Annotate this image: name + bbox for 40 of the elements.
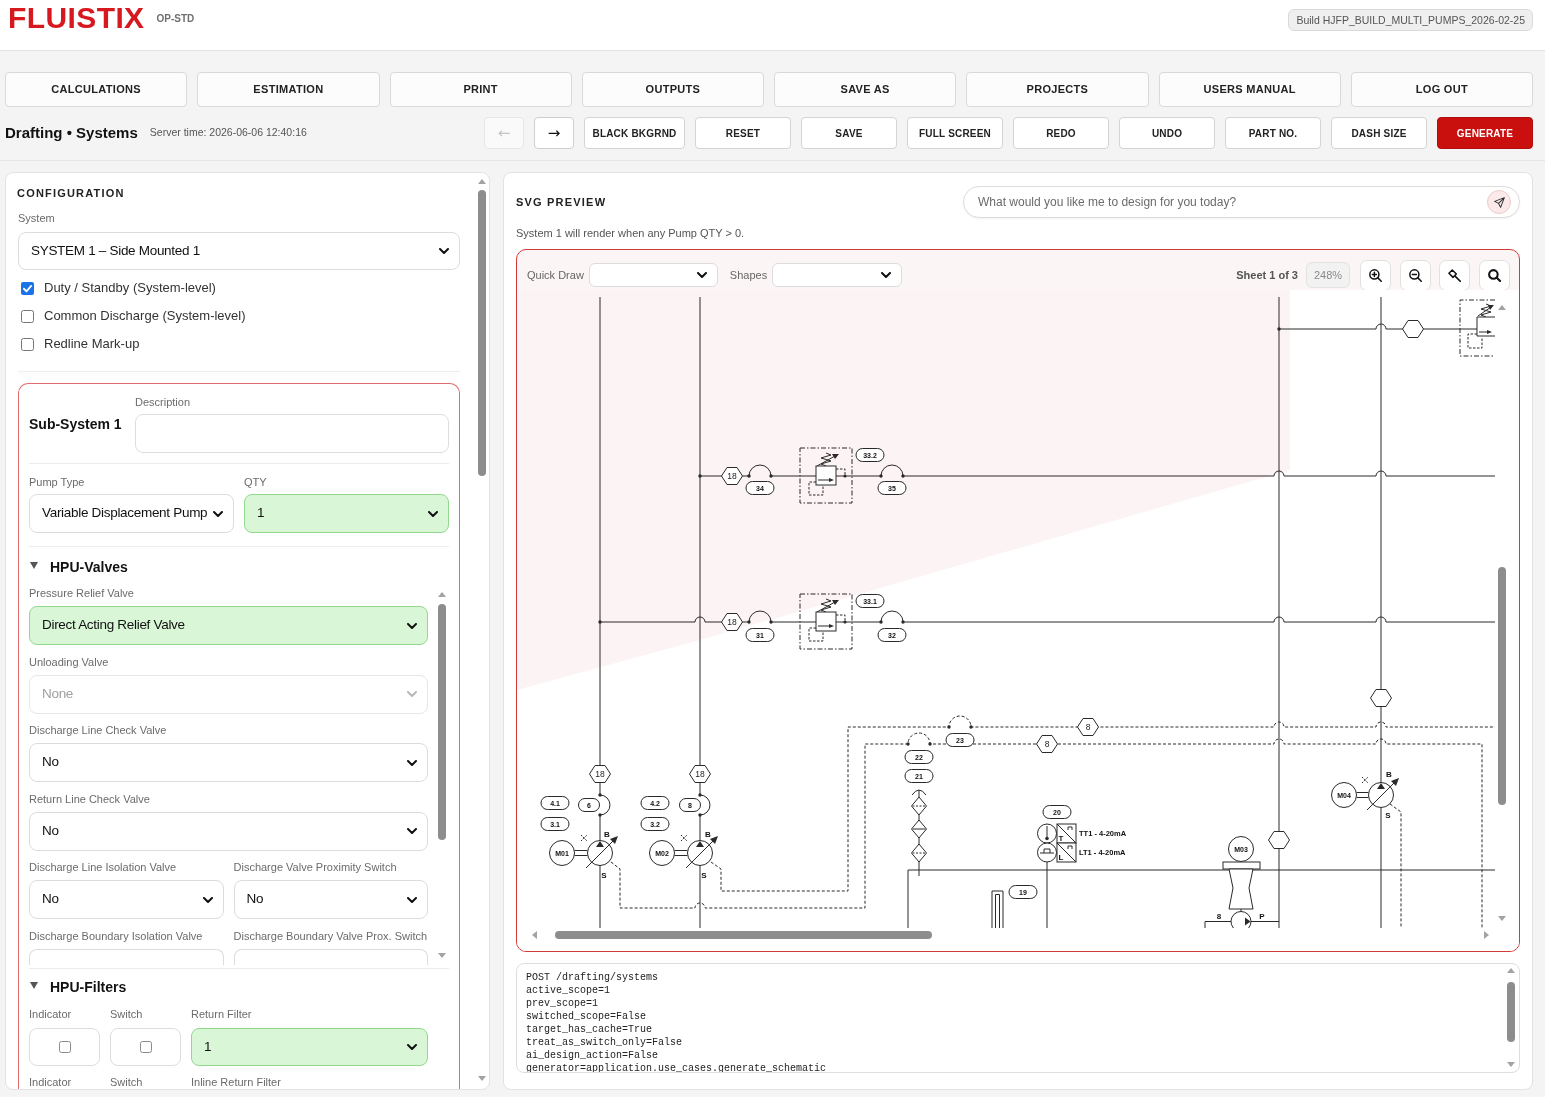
section-title: HPU-Valves: [50, 557, 128, 577]
build-badge: Build HJFP_BUILD_MULTI_PUMPS_2026-02-25: [1288, 9, 1533, 31]
checkbox-label: Redline Mark-up: [44, 335, 140, 354]
port-letter: S: [701, 871, 707, 880]
field-label: Discharge Boundary Valve Prox. Switch: [233, 929, 428, 942]
field-label: Discharge Line Isolation Valve: [29, 861, 177, 873]
field-label: Return Line Check Valve: [29, 792, 150, 805]
edition-label: OP-STD: [156, 12, 195, 26]
field-label: Return Filter: [191, 1008, 252, 1020]
field-label: Unloading Valve: [29, 655, 109, 668]
brand-logo: FLUISTIX: [8, 3, 145, 33]
toolbar-label: Shapes: [729, 267, 768, 283]
field-label: Pump Type: [29, 475, 85, 489]
port-letter: 8: [1216, 912, 1222, 921]
subsystem-title: Sub-System 1: [29, 414, 122, 434]
field-label: Description: [135, 395, 191, 409]
field-label: Indicator: [29, 1076, 72, 1088]
section-heading: SVG PREVIEW: [516, 194, 607, 210]
toolbar-label: Quick Draw: [527, 267, 584, 283]
field-label: Pressure Relief Valve: [29, 587, 134, 599]
field-label: Switch: [110, 1076, 143, 1088]
port-letter: S: [601, 871, 607, 880]
section-heading: CONFIGURATION: [17, 186, 125, 200]
field-label: Switch: [110, 1008, 143, 1020]
section-title: HPU-Filters: [50, 977, 127, 997]
sheet-indicator: Sheet 1 of 3: [1236, 267, 1298, 283]
checkbox-label: Common Discharge (System-level): [44, 307, 246, 326]
field-label: System: [18, 211, 55, 225]
field-label: Discharge Boundary Isolation Valve: [29, 929, 203, 942]
field-label: QTY: [244, 475, 267, 489]
zoom-level: 248%: [1306, 262, 1350, 288]
server-time: Server time: 2026-06-06 12:40:16: [149, 125, 307, 141]
checkbox-label: Duty / Standby (System-level): [44, 279, 216, 298]
field-label: Discharge Valve Proximity Switch: [233, 861, 397, 873]
field-label: Discharge Line Check Valve: [29, 724, 167, 736]
notice-text: System 1 will render when any Pump QTY > 0.: [516, 226, 745, 240]
field-label: Inline Return Filter: [191, 1076, 281, 1088]
port-letter: P: [1259, 912, 1265, 921]
page-title: Drafting • Systems: [5, 122, 138, 143]
field-label: Indicator: [29, 1008, 72, 1020]
